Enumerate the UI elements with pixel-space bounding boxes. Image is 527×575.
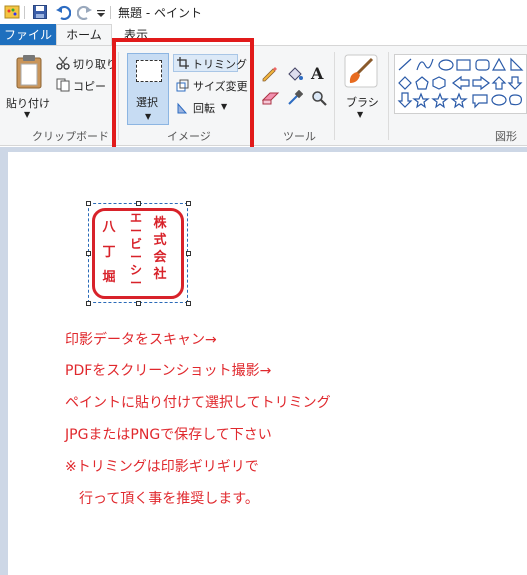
customize-qa-icon[interactable]	[96, 4, 106, 20]
selection-handle[interactable]	[86, 201, 91, 206]
paste-button[interactable]: 貼り付け	[6, 95, 50, 111]
selection-handle[interactable]	[136, 201, 141, 206]
instruction-line: PDFをスクリーンショット撮影→	[65, 363, 272, 379]
title-bar: 無題 - ペイント	[0, 0, 527, 24]
save-icon[interactable]	[32, 4, 48, 20]
company-stamp: 株式会社 エービーシー 八丁堀	[92, 208, 184, 299]
brush-dropdown-arrow[interactable]: ▼	[357, 110, 363, 119]
stamp-column-right: 株式会社	[153, 216, 167, 282]
title-separator	[110, 6, 111, 19]
pencil-icon[interactable]	[262, 66, 278, 82]
paste-icon	[16, 55, 42, 89]
shapes-grid	[397, 57, 524, 109]
tab-file[interactable]: ファイル	[0, 24, 56, 46]
instruction-line: JPGまたはPNGで保存して下さい	[65, 427, 272, 443]
window-title: 無題 - ペイント	[118, 6, 202, 20]
tools-group-label: ツール	[283, 130, 316, 143]
cut-button[interactable]: 切り取り	[73, 56, 117, 72]
selection-handle[interactable]	[186, 251, 191, 256]
paste-dropdown-arrow[interactable]: ▼	[24, 110, 30, 119]
clipboard-group-label: クリップボード	[32, 130, 109, 143]
instruction-line: 印影データをスキャン→	[65, 332, 217, 348]
shapes-gallery[interactable]	[394, 54, 527, 114]
selection-handle[interactable]	[186, 201, 191, 206]
copy-button[interactable]: コピー	[73, 78, 106, 94]
ribbon-separator	[388, 52, 389, 140]
ribbon-separator	[334, 52, 335, 140]
selection-handle[interactable]	[86, 251, 91, 256]
selection-handle[interactable]	[186, 301, 191, 306]
stamp-column-left: 八丁堀	[102, 220, 116, 285]
selection-handle[interactable]	[86, 301, 91, 306]
ribbon: 貼り付け ▼ 切り取り コピー クリップボード 選択 ▼ トリミング サイズ変更…	[0, 38, 527, 158]
scissors-icon	[56, 56, 70, 70]
magnifier-icon[interactable]	[311, 90, 327, 106]
eraser-icon[interactable]	[262, 91, 280, 105]
stamp-column-middle: エービーシー	[129, 211, 142, 290]
brush-button[interactable]: ブラシ	[346, 94, 379, 110]
brush-icon	[344, 54, 378, 88]
instruction-line: 行って頂く事を推奨します。	[65, 491, 259, 507]
selection-handle[interactable]	[136, 301, 141, 306]
paint-app-icon	[4, 5, 20, 19]
copy-icon	[56, 78, 70, 92]
undo-icon[interactable]	[55, 4, 71, 20]
ribbon-tabs: ファイル ホーム 表示	[0, 24, 527, 47]
instruction-line: ※トリミングは印影ギリギリで	[65, 459, 259, 475]
qa-separator	[24, 6, 25, 19]
redo-icon[interactable]	[77, 4, 93, 20]
color-picker-icon[interactable]	[287, 90, 303, 106]
text-tool-icon[interactable]: A	[311, 64, 323, 83]
instruction-line: ペイントに貼り付けて選択してトリミング	[65, 395, 331, 411]
tab-home[interactable]: ホーム	[56, 24, 112, 47]
highlight-frame	[112, 38, 254, 158]
shapes-group-label: 図形	[495, 130, 517, 143]
fill-bucket-icon[interactable]	[286, 66, 304, 82]
